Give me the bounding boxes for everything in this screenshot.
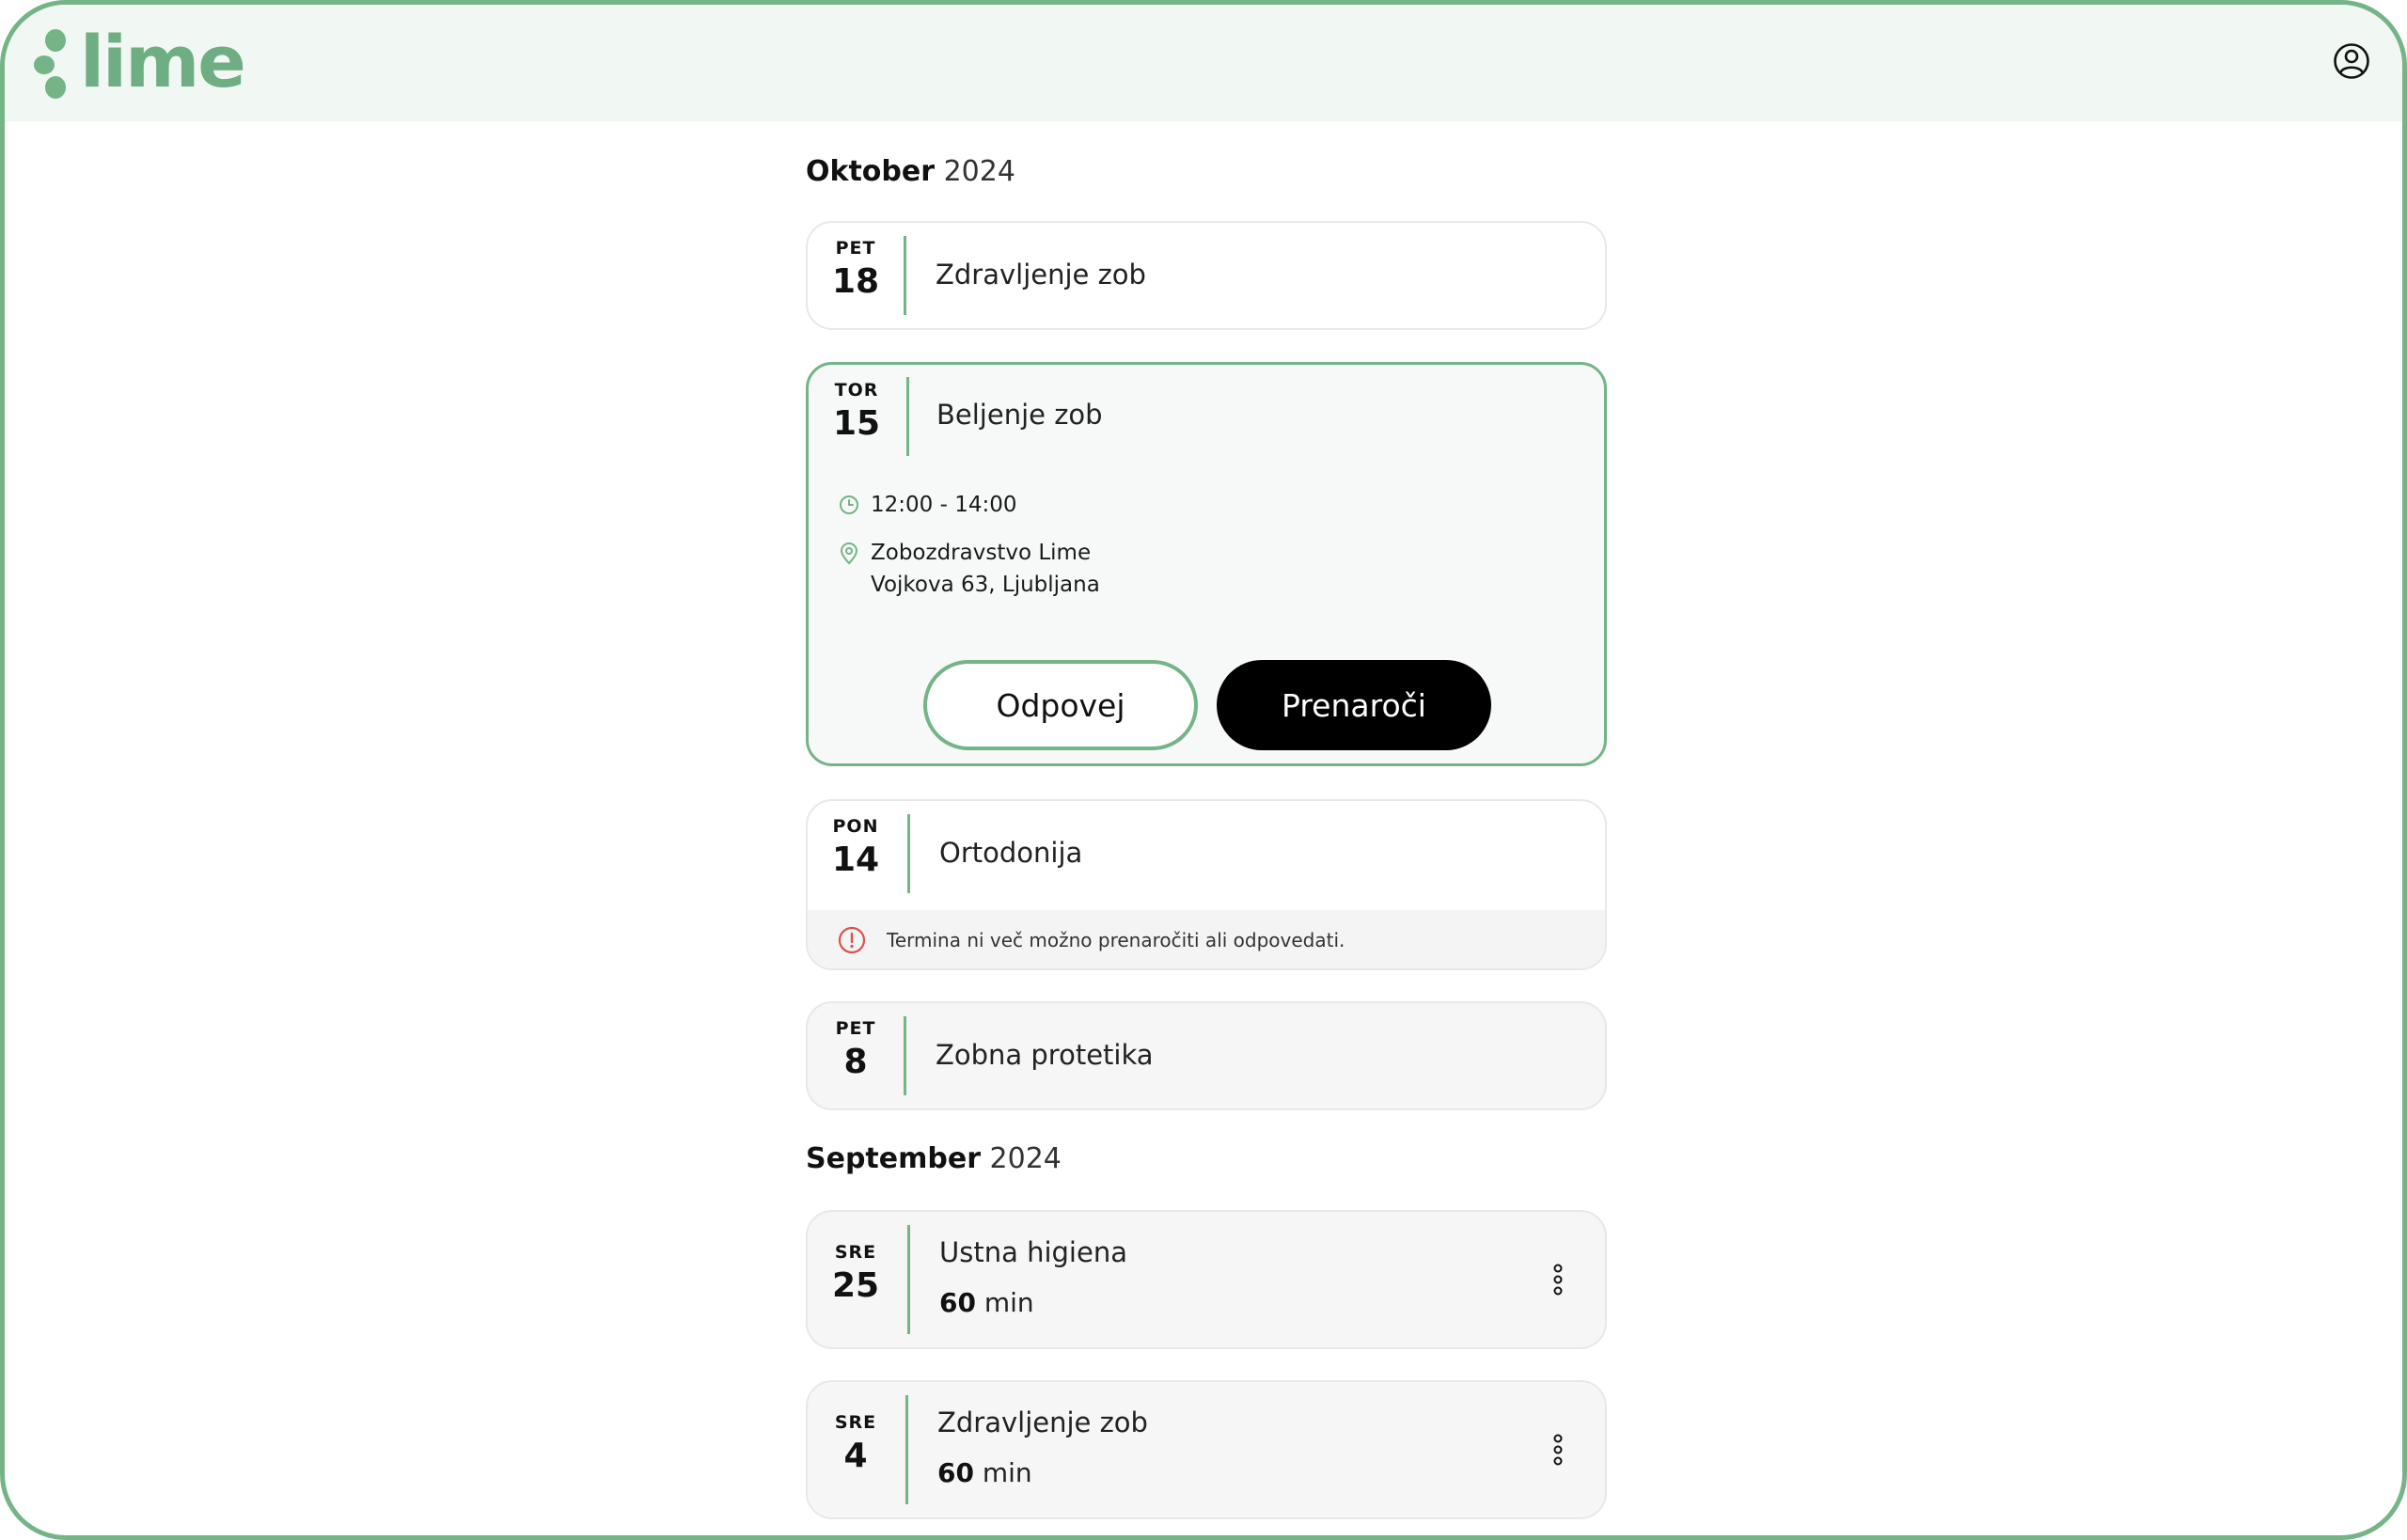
day-number: 18 <box>831 262 880 301</box>
appointment-card[interactable]: SRE 4 Zdravljenje zob 60 min <box>806 1380 1607 1519</box>
lime-logo[interactable]: lime <box>33 20 246 103</box>
month-heading: Oktober 2024 <box>806 155 1015 188</box>
duration-unit: min <box>983 1287 1034 1318</box>
day-of-week: SRE <box>834 1242 877 1263</box>
more-options-icon[interactable] <box>1549 1431 1567 1469</box>
appointment-card[interactable]: SRE 25 Ustna higiena 60 min <box>806 1210 1607 1349</box>
date-divider <box>904 236 906 315</box>
appointment-title: Zdravljenje zob <box>936 259 1146 291</box>
date-divider <box>907 1225 910 1334</box>
appointment-card[interactable]: PET 18 Zdravljenje zob <box>806 221 1607 330</box>
lime-leaf-icon <box>34 29 66 99</box>
appointment-title: Zobna protetika <box>936 1039 1154 1071</box>
appointment-date: TOR 15 <box>809 380 905 443</box>
date-divider <box>904 1016 906 1095</box>
time-range: 12:00 - 14:00 <box>871 493 1017 517</box>
user-circle-icon[interactable] <box>2333 42 2370 80</box>
month-heading: September 2024 <box>806 1142 1062 1175</box>
clock-icon <box>840 495 858 514</box>
day-number: 8 <box>843 1043 868 1081</box>
appointment-date: PON 14 <box>808 816 904 879</box>
appointment-title: Beljenje zob <box>936 399 1103 431</box>
day-number: 4 <box>843 1437 868 1475</box>
month-year: 2024 <box>943 155 1015 188</box>
warning-text: Termina ni več možno prenaročiti ali odp… <box>887 929 1345 951</box>
appointment-date: SRE 4 <box>808 1412 904 1475</box>
day-of-week: TOR <box>834 380 879 401</box>
month-name: September <box>806 1142 981 1175</box>
appointment-title: Zdravljenje zob <box>937 1406 1148 1438</box>
appointment-card-expanded[interactable]: TOR 15 Beljenje zob 12:00 - 14:00 Zobozd… <box>806 362 1607 766</box>
top-bar: lime <box>5 5 2402 121</box>
location-pin-icon <box>840 542 858 565</box>
day-of-week: PON <box>832 816 879 837</box>
duration-value: 60 <box>937 1457 974 1488</box>
day-number: 14 <box>831 841 880 879</box>
month-name: Oktober <box>806 155 936 188</box>
day-of-week: PET <box>835 238 876 259</box>
location-name: Zobozdravstvo Lime <box>871 541 1092 565</box>
appointment-date: PET 18 <box>808 238 904 301</box>
date-divider <box>905 1395 908 1504</box>
day-of-week: SRE <box>834 1412 877 1433</box>
appointment-date: PET 8 <box>808 1018 904 1081</box>
appointment-date: SRE 25 <box>808 1242 904 1305</box>
logo-text: lime <box>80 20 246 103</box>
duration-unit: min <box>982 1457 1032 1488</box>
day-number: 15 <box>832 404 881 443</box>
day-of-week: PET <box>835 1018 876 1039</box>
date-divider <box>906 377 909 456</box>
appointment-duration: 60 min <box>939 1287 1034 1318</box>
appointment-duration: 60 min <box>937 1457 1032 1488</box>
date-divider <box>907 814 910 893</box>
warning-banner: Termina ni več možno prenaročiti ali odp… <box>808 910 1605 968</box>
location-address: Vojkova 63, Ljubljana <box>871 573 1100 597</box>
duration-value: 60 <box>939 1287 976 1318</box>
appointment-card[interactable]: PON 14 Ortodonija Termina ni več možno p… <box>806 799 1607 970</box>
more-options-icon[interactable] <box>1549 1261 1567 1298</box>
day-number: 25 <box>831 1266 880 1305</box>
app-frame: lime Oktober 2024 PET 18 Zdravljenje zob <box>0 0 2407 1540</box>
appointment-title: Ortodonija <box>939 837 1083 869</box>
alert-circle-icon <box>838 926 866 954</box>
month-year: 2024 <box>989 1142 1062 1175</box>
appointment-card[interactable]: PET 8 Zobna protetika <box>806 1001 1607 1110</box>
appointment-title: Ustna higiena <box>939 1236 1127 1268</box>
reschedule-button[interactable]: Prenaroči <box>1217 660 1491 750</box>
cancel-button[interactable]: Odpovej <box>923 660 1198 750</box>
